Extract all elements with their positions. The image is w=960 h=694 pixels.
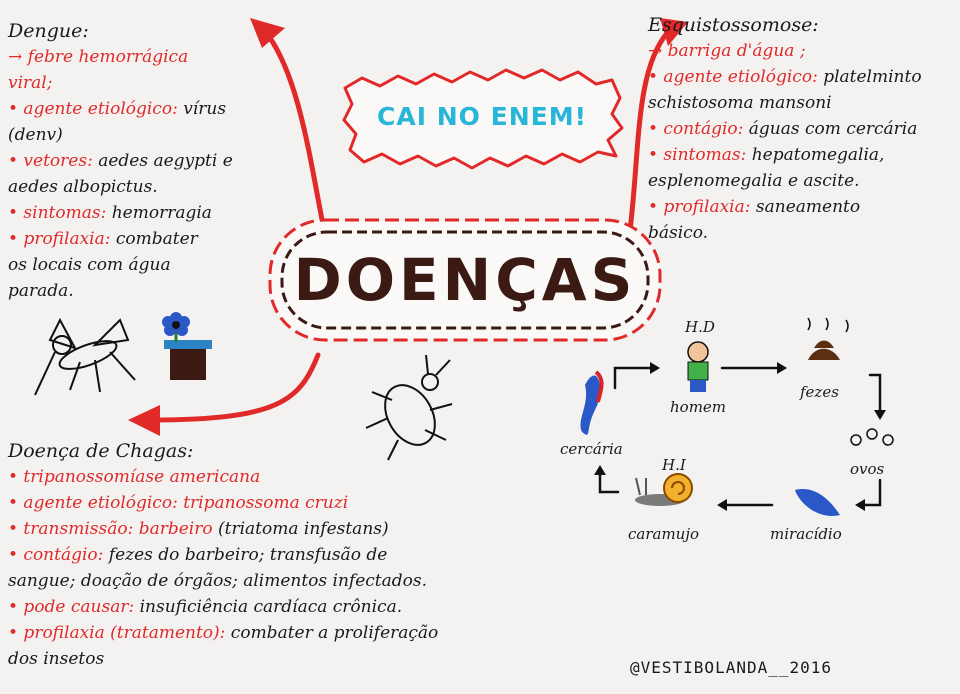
dengue-line: → febre hemorrágica	[8, 44, 288, 70]
chagas-line-value: fezes do barbeiro; transfusão de	[103, 545, 388, 565]
esquistossomose-section: Esquistossomose: → barriga d'água ; • age…	[648, 12, 960, 246]
chagas-line: • agente etiológico: tripanossoma cruzi	[8, 490, 528, 516]
dengue-line: parada.	[8, 278, 288, 304]
dengue-line: os locais com água	[8, 252, 288, 278]
chagas-line-key: • profilaxia (tratamento):	[8, 623, 226, 643]
chagas-line-value: sangue; doação de órgãos; alimentos infe…	[8, 571, 427, 591]
homem-icon	[687, 341, 709, 392]
chagas-line: dos insetos	[8, 646, 528, 672]
esquistossomose-line-value: hepatomegalia,	[746, 145, 885, 165]
dengue-line: viral;	[8, 70, 288, 96]
chagas-line-key: • transmissão: barbeiro	[8, 519, 213, 539]
esquistossomose-line-value: platelminto	[817, 67, 922, 87]
mosquito-icon	[34, 317, 136, 396]
esquistossomose-line: • agente etiológico: platelminto	[648, 64, 960, 90]
esquistossomose-line-value: esplenomegalia e ascite.	[648, 171, 860, 191]
esquistossomose-line-key: • profilaxia:	[648, 197, 751, 217]
dengue-line-key: • agente etiológico:	[8, 99, 178, 119]
chagas-line-key: • pode causar:	[8, 597, 135, 617]
esquistossomose-line: • sintomas: hepatomegalia,	[648, 142, 960, 168]
dengue-line-value: aedes albopictus.	[8, 177, 158, 197]
esquistossomose-line-key: • contágio:	[648, 119, 744, 139]
dengue-line-key: • sintomas:	[8, 203, 107, 223]
dengue-line-value: (denv)	[8, 125, 63, 145]
dengue-line: • vetores: aedes aegypti e	[8, 148, 288, 174]
esquistossomose-line: • contágio: águas com cercária	[648, 116, 960, 142]
esquistossomose-line: • profilaxia: saneamento	[648, 194, 960, 220]
esquistossomose-line-value: básico.	[648, 223, 709, 243]
dengue-section: Dengue: → febre hemorrágica viral; • agent…	[8, 18, 288, 304]
dengue-line-value: vírus	[177, 99, 227, 119]
esquistossomose-title: Esquistossomose:	[648, 14, 819, 36]
dengue-line: (denv)	[8, 122, 288, 148]
cycle-label-homem: homem	[670, 398, 727, 416]
esquistossomose-line: → barriga d'água ;	[648, 38, 960, 64]
chagas-line-key: • tripanossomíase americana	[8, 467, 261, 487]
cycle-label-caramujo: caramujo	[628, 525, 700, 543]
page-title: DOENÇAS	[293, 246, 637, 314]
esquistossomose-line-value: schistosoma mansoni	[648, 93, 832, 113]
chagas-line-value: (triatoma infestans)	[212, 519, 389, 539]
arrowhead-chagas	[128, 405, 160, 436]
chagas-line-value: dos insetos	[8, 649, 105, 669]
cycle-label-hd: H.D	[685, 318, 715, 336]
ovos-icon	[850, 428, 894, 446]
cycle-label-hi: H.I	[662, 456, 686, 474]
chagas-title: Doença de Chagas:	[8, 440, 194, 462]
dengue-line-key: • vetores:	[8, 151, 93, 171]
chagas-line: • pode causar: insuficiência cardíaca cr…	[8, 594, 528, 620]
dengue-line-value: parada.	[8, 281, 74, 301]
dengue-line-key: viral;	[8, 73, 53, 93]
caramujo-icon	[635, 473, 693, 506]
chagas-section: Doença de Chagas: • tripanossomíase amer…	[8, 438, 528, 672]
cycle-label-ovos: ovos	[850, 460, 885, 478]
cycle-label-cercaria: cercária	[560, 440, 623, 458]
esquistossomose-line-key: • sintomas:	[648, 145, 747, 165]
dengue-line: • agente etiológico: vírus	[8, 96, 288, 122]
chagas-line: • tripanossomíase americana	[8, 464, 528, 490]
esquistossomose-line-key: • agente etiológico:	[648, 67, 818, 87]
dengue-line-value: aedes aegypti e	[92, 151, 233, 171]
miracidio-icon	[795, 489, 840, 516]
dengue-line-value: combater	[110, 229, 198, 249]
fezes-icon	[807, 317, 849, 360]
esquistossomose-line: esplenomegalia e ascite.	[648, 168, 960, 194]
chagas-line-key: • contágio:	[8, 545, 104, 565]
dengue-title: Dengue:	[8, 20, 89, 42]
cercaria-icon	[580, 370, 604, 435]
cycle-label-fezes: fezes	[800, 383, 839, 401]
chagas-line-value: combater a proliferação	[225, 623, 439, 643]
chagas-line: sangue; doação de órgãos; alimentos infe…	[8, 568, 528, 594]
esquistossomose-line-key: → barriga d'água ;	[648, 41, 806, 61]
flower-pot-icon	[162, 312, 212, 380]
chagas-line-key: • agente etiológico: tripanossoma cruzi	[8, 493, 349, 513]
dengue-line: • profilaxia: combater	[8, 226, 288, 252]
dengue-line-value: os locais com água	[8, 255, 171, 275]
chagas-line-value: insuficiência cardíaca crônica.	[134, 597, 403, 617]
esquistossomose-line-value: águas com cercária	[743, 119, 918, 139]
enem-badge: CAI NO ENEM!	[377, 102, 587, 131]
dengue-line: aedes albopictus.	[8, 174, 288, 200]
esquistossomose-line: schistosoma mansoni	[648, 90, 960, 116]
dengue-line-value: hemorragia	[106, 203, 212, 223]
chagas-line: • profilaxia (tratamento): combater a pr…	[8, 620, 528, 646]
dengue-line: • sintomas: hemorragia	[8, 200, 288, 226]
dengue-line-key: → febre hemorrágica	[8, 47, 189, 67]
chagas-line: • transmissão: barbeiro (triatoma infest…	[8, 516, 528, 542]
signature: @VESTIBOLANDA__2016	[630, 658, 833, 677]
chagas-line: • contágio: fezes do barbeiro; transfusã…	[8, 542, 528, 568]
esquistossomose-line-value: saneamento	[750, 197, 861, 217]
dengue-line-key: • profilaxia:	[8, 229, 111, 249]
esquistossomose-line: básico.	[648, 220, 960, 246]
cycle-label-miracidio: miracídio	[770, 525, 842, 543]
